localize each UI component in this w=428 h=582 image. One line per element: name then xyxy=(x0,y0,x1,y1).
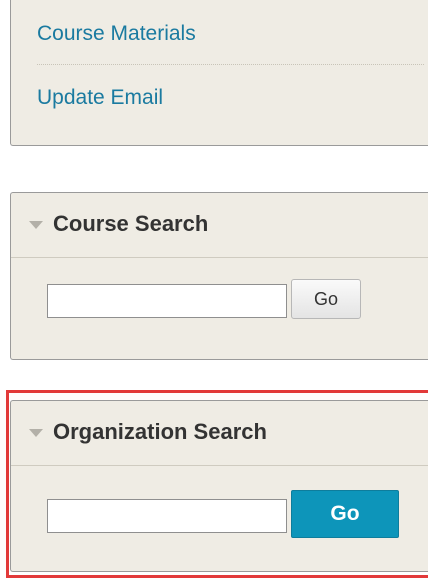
course-materials-link[interactable]: Course Materials xyxy=(37,22,196,46)
course-search-go-button[interactable]: Go xyxy=(291,279,361,319)
course-search-header[interactable]: Course Search xyxy=(11,193,428,258)
collapse-triangle-icon[interactable] xyxy=(29,429,43,437)
organization-search-header[interactable]: Organization Search xyxy=(11,401,428,466)
link-divider xyxy=(37,64,424,65)
course-search-title: Course Search xyxy=(53,211,209,236)
course-search-module: Course Search Go xyxy=(10,192,428,360)
update-email-link[interactable]: Update Email xyxy=(37,86,163,110)
organization-search-title: Organization Search xyxy=(53,419,267,444)
course-search-input[interactable] xyxy=(47,284,287,318)
collapse-triangle-icon[interactable] xyxy=(29,221,43,229)
tools-links-panel: Course Materials Update Email xyxy=(10,0,428,146)
organization-search-input[interactable] xyxy=(47,499,287,533)
page: Course Materials Update Email Course Sea… xyxy=(0,0,428,582)
organization-search-go-button[interactable]: Go xyxy=(291,490,399,538)
organization-search-module: Organization Search Go xyxy=(10,400,428,572)
